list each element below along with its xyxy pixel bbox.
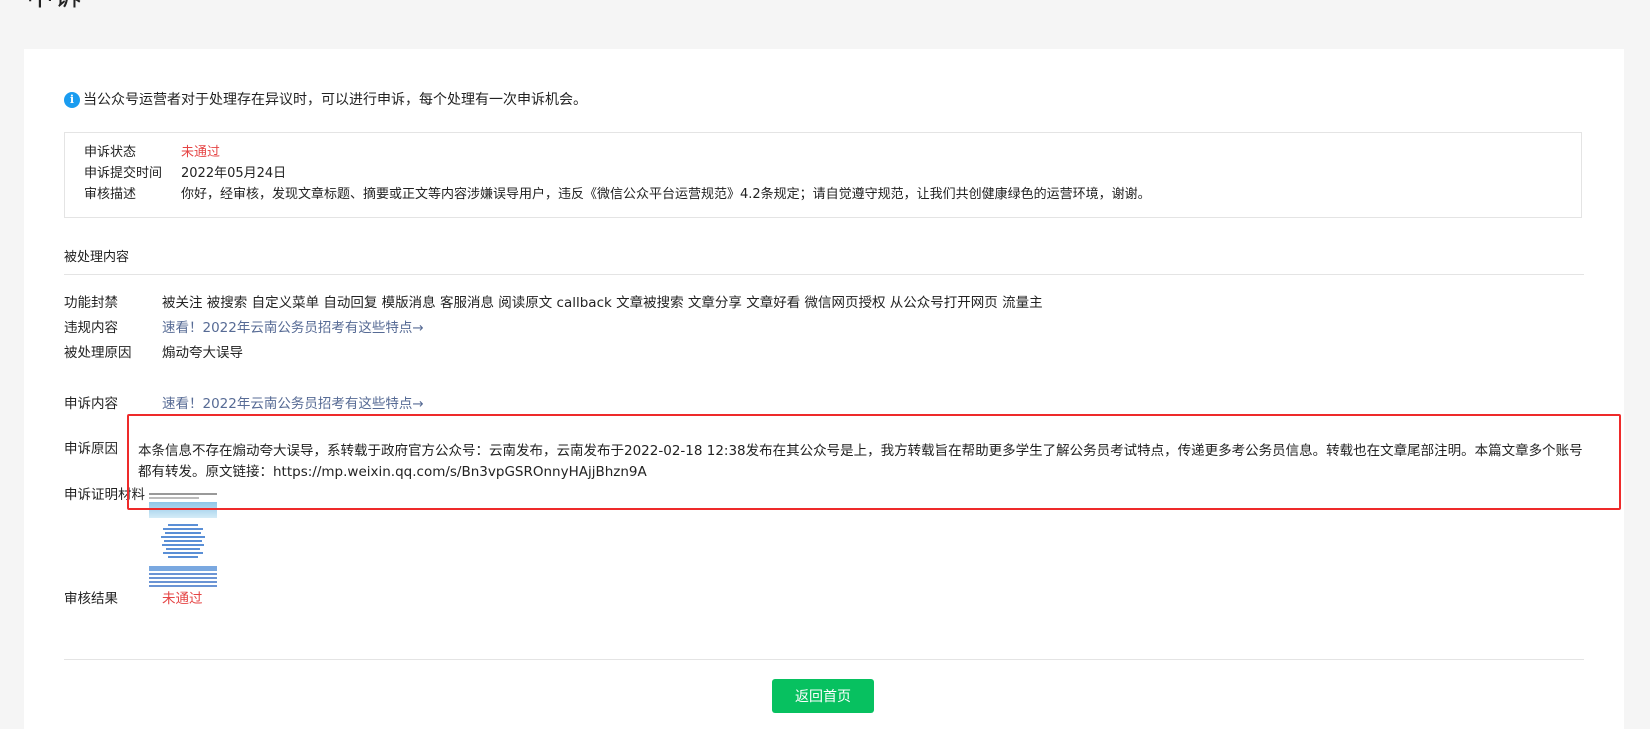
notice: i 当公众号运营者对于处理存在异议时，可以进行申诉，每个处理有一次申诉机会。 — [64, 91, 587, 109]
thumbnail-line — [149, 497, 199, 499]
appeal-card: i 当公众号运营者对于处理存在异议时，可以进行申诉，每个处理有一次申诉机会。 申… — [24, 49, 1624, 729]
review-desc-value: 你好，经审核，发现文章标题、摘要或正文等内容涉嫌误导用户，违反《微信公众平台运营… — [181, 187, 1151, 202]
result-value: 未通过 — [162, 591, 203, 607]
appeal-status-value: 未通过 — [181, 145, 221, 160]
thumbnail-paragraph — [149, 573, 217, 587]
appeal-status-label: 申诉状态 — [84, 145, 137, 160]
processed-reason-value: 煽动夸大误导 — [162, 345, 243, 361]
divider — [64, 659, 1584, 660]
appeal-content-link[interactable]: 速看！2022年云南公务员招考有这些特点→ — [162, 394, 424, 415]
features-value: 被关注 被搜索 自定义菜单 自动回复 模版消息 客服消息 阅读原文 callba… — [162, 295, 1043, 311]
appeal-time-row: 申诉提交时间 2022年05月24日 — [84, 165, 286, 183]
appeal-status-row: 申诉状态 未通过 — [84, 144, 220, 162]
violation-label: 违规内容 — [64, 320, 118, 336]
notice-text: 当公众号运营者对于处理存在异议时，可以进行申诉，每个处理有一次申诉机会。 — [83, 92, 587, 108]
violation-link[interactable]: 速看！2022年云南公务员招考有这些特点→ — [162, 318, 424, 339]
thumbnail-text-lines — [161, 522, 205, 560]
processed-section-title: 被处理内容 — [64, 249, 1584, 275]
evidence-thumbnail[interactable] — [147, 491, 219, 591]
review-desc-row: 审核描述 你好，经审核，发现文章标题、摘要或正文等内容涉嫌误导用户，违反《微信公众… — [84, 186, 1151, 204]
thumbnail-banner — [149, 502, 217, 518]
appeal-content-label: 申诉内容 — [64, 396, 118, 412]
processed-reason-label: 被处理原因 — [64, 345, 132, 361]
appeal-time-label: 申诉提交时间 — [84, 166, 163, 181]
status-box: 申诉状态 未通过 申诉提交时间 2022年05月24日 审核描述 你好，经审核，发现文… — [64, 132, 1582, 218]
thumbnail-line — [149, 493, 217, 495]
thumbnail-block — [149, 566, 217, 571]
appeal-reason-value: 本条信息不存在煽动夸大误导，系转载于政府官方公众号：云南发布，云南发布于2022… — [138, 443, 1583, 480]
evidence-label: 申诉证明材料 — [64, 487, 145, 503]
info-icon: i — [64, 92, 80, 108]
appeal-time-value: 2022年05月24日 — [181, 166, 287, 181]
features-label: 功能封禁 — [64, 295, 118, 311]
result-label: 审核结果 — [64, 591, 118, 607]
page-title: 申诉 — [26, 0, 82, 12]
back-home-button[interactable]: 返回首页 — [772, 679, 874, 713]
review-desc-label: 审核描述 — [84, 187, 137, 202]
